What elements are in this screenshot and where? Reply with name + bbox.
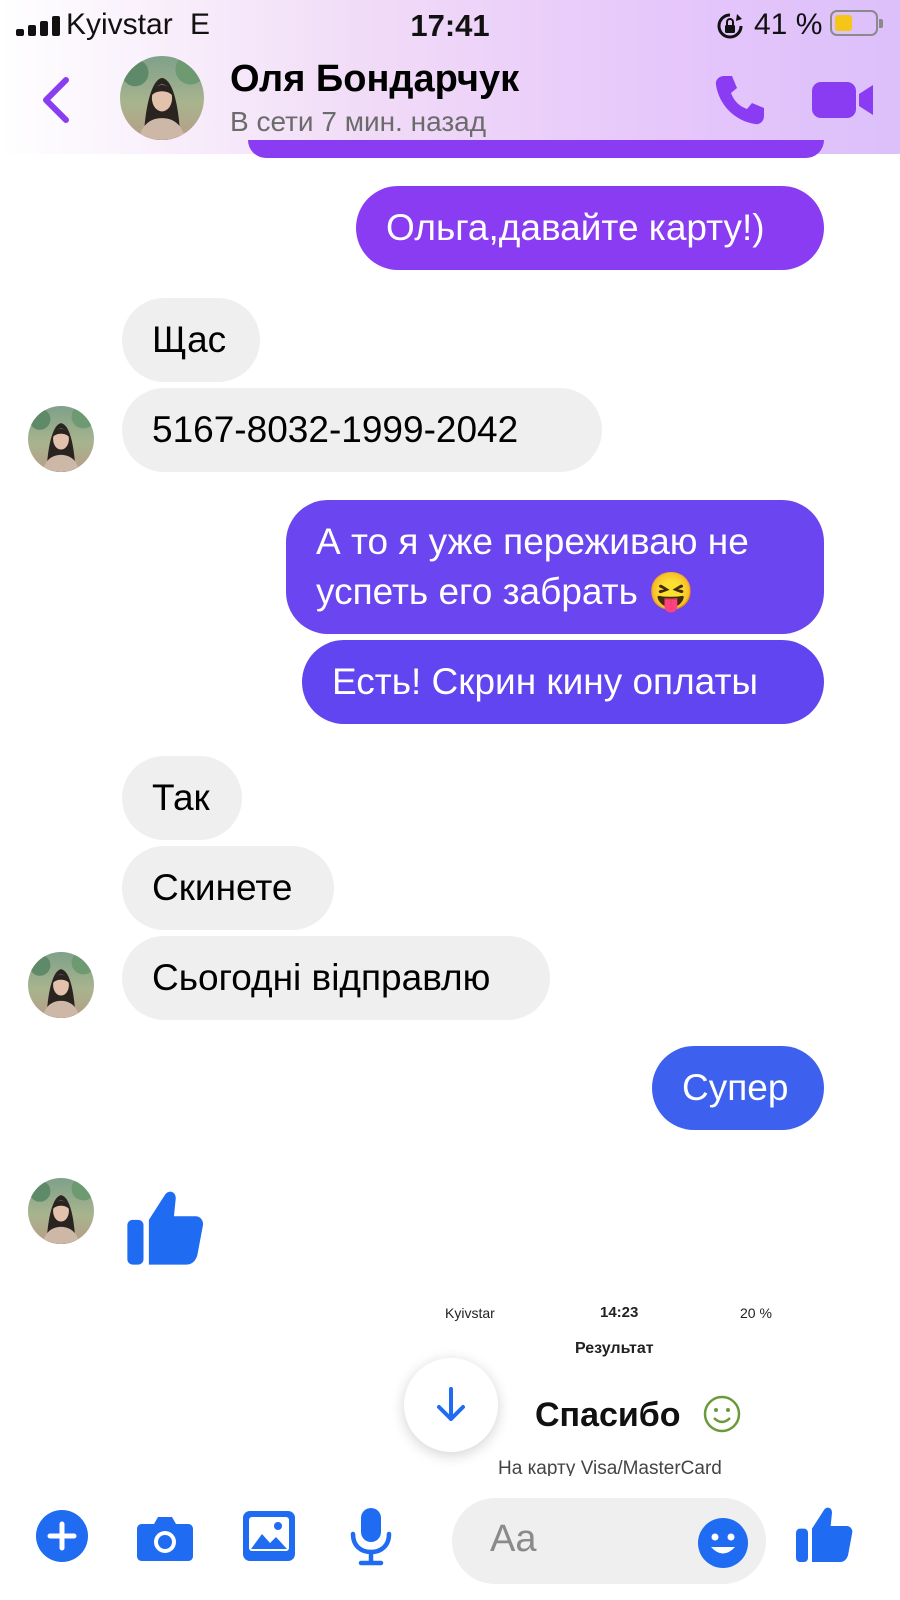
received-message[interactable]: Так: [122, 756, 242, 840]
screenshot-time: 14:23: [600, 1304, 639, 1321]
contact-avatar-small[interactable]: [28, 1178, 94, 1244]
screenshot-battery: 20 %: [740, 1305, 772, 1321]
chat-header: Оля Бондарчук В сети 7 мин. назад: [0, 50, 900, 154]
microphone-icon[interactable]: [348, 1506, 394, 1566]
received-message[interactable]: Скинете: [122, 846, 334, 930]
scroll-to-bottom-button[interactable]: [404, 1358, 498, 1452]
message-line: А то я уже переживаю не: [316, 521, 749, 562]
message-composer: Aa: [0, 1476, 900, 1600]
gallery-icon[interactable]: [242, 1510, 296, 1562]
screenshot-title: Результат: [575, 1340, 654, 1357]
received-message[interactable]: Сьогодні відправлю: [122, 936, 550, 1020]
screenshot-carrier: Kyivstar: [445, 1305, 495, 1321]
message-line: успеть его забрать 😝: [316, 571, 695, 612]
message-input-placeholder: Aa: [490, 1518, 537, 1560]
contact-avatar[interactable]: [120, 56, 204, 140]
message-input[interactable]: Aa: [452, 1498, 766, 1584]
received-message[interactable]: Щас: [122, 298, 260, 382]
rotation-lock-icon: [717, 13, 743, 39]
phone-icon[interactable]: [710, 70, 770, 130]
emoji-icon[interactable]: [698, 1518, 748, 1568]
sent-message[interactable]: Есть! Скрин кину оплаты: [302, 640, 824, 724]
thumbs-up-icon[interactable]: [122, 1184, 208, 1270]
back-chevron-icon[interactable]: [36, 72, 76, 128]
smile-icon: [703, 1395, 741, 1433]
contact-status: В сети 7 мин. назад: [230, 106, 487, 137]
sent-message[interactable]: Ольга,давайте карту!): [356, 186, 824, 270]
contact-avatar-small[interactable]: [28, 406, 94, 472]
camera-icon[interactable]: [136, 1512, 194, 1562]
received-message[interactable]: 5167-8032-1999-2042: [122, 388, 602, 472]
contact-avatar-small[interactable]: [28, 952, 94, 1018]
contact-name[interactable]: Оля Бондарчук: [230, 58, 519, 101]
screenshot-card-text: На карту Visa/MasterCard: [498, 1458, 722, 1476]
sent-message[interactable]: А то я уже переживаю не успеть его забра…: [286, 500, 824, 634]
video-camera-icon[interactable]: [810, 72, 876, 128]
plus-icon[interactable]: [36, 1510, 88, 1562]
sent-message[interactable]: Супер: [652, 1046, 824, 1130]
battery-icon: [830, 10, 883, 36]
battery-percentage: 41 %: [754, 8, 823, 41]
thumbs-up-icon[interactable]: [792, 1502, 856, 1566]
arrow-down-icon: [437, 1387, 465, 1421]
screenshot-thanks: Спасибо: [535, 1396, 681, 1434]
status-bar: Kyivstar E 17:41 41 %: [0, 0, 900, 50]
message-bubble-partial: [248, 140, 824, 158]
